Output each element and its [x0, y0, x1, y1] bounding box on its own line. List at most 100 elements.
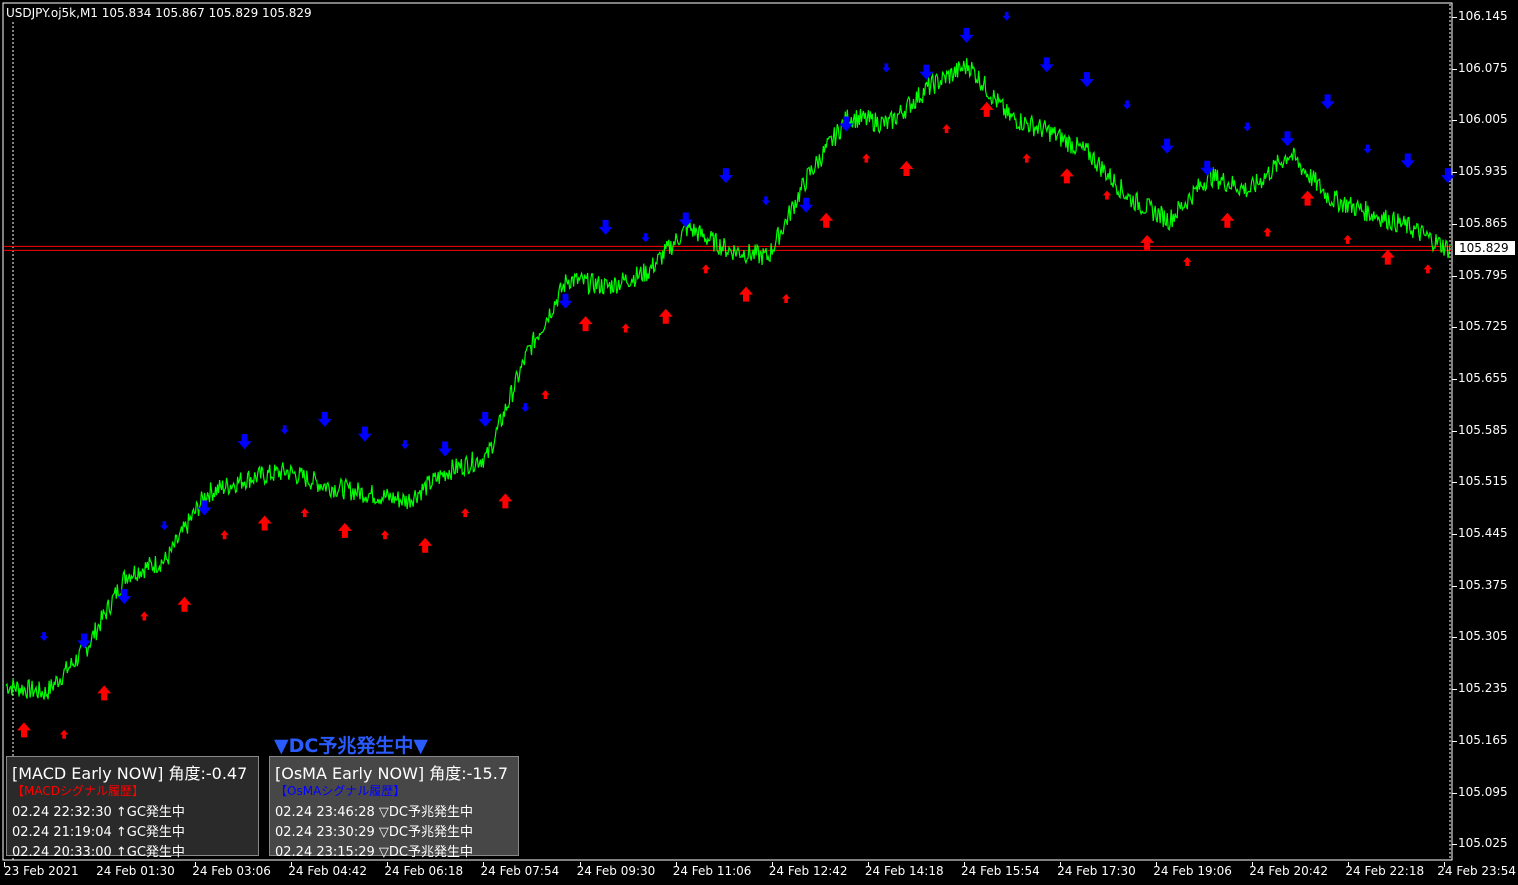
price-tick-label: 105.445	[1458, 526, 1508, 540]
sell-arrow-icon	[598, 219, 613, 235]
sell-arrow-icon	[1122, 100, 1132, 110]
price-tick-mark	[1452, 223, 1457, 225]
time-tick-label: 24 Feb 01:30	[96, 864, 175, 878]
sell-arrow-icon	[1039, 57, 1054, 73]
buy-arrow-icon	[1343, 234, 1352, 244]
price-tick-mark	[1452, 275, 1457, 277]
buy-arrow-icon	[380, 530, 390, 540]
buy-arrow-icon	[1380, 249, 1395, 265]
sell-arrow-icon	[39, 632, 49, 642]
time-tick-label: 24 Feb 14:18	[864, 864, 944, 878]
buy-arrow-icon	[1300, 190, 1315, 206]
time-tick-label: 24 Feb 23:54	[1437, 864, 1516, 878]
price-tick-mark	[1452, 689, 1457, 691]
price-tick-label: 105.795	[1458, 267, 1508, 282]
buy-arrow-icon	[257, 515, 272, 531]
price-tick-label: 106.075	[1458, 60, 1508, 75]
buy-arrow-icon	[578, 316, 593, 332]
buy-arrow-icon	[1140, 234, 1155, 250]
buy-arrow-icon	[59, 729, 69, 739]
price-tick-mark	[1452, 637, 1457, 639]
time-tick-label: 24 Feb 22:18	[1345, 864, 1425, 878]
price-tick-mark	[1452, 327, 1457, 329]
time-tick-label: 24 Feb 07:54	[480, 864, 560, 878]
sell-arrow-icon	[641, 233, 650, 243]
osma-history-row: 02.24 23:46:28 ▽DC予兆発生中	[275, 805, 473, 820]
buy-arrow-icon	[701, 264, 711, 274]
osma-history-row: 02.24 23:30:29 ▽DC予兆発生中	[275, 825, 473, 840]
buy-arrow-icon	[819, 212, 834, 228]
macd-panel: [MACD Early NOW] 角度:-0.47 【MACDシグナル履歴】 0…	[6, 756, 259, 860]
buy-arrow-icon	[739, 286, 753, 302]
sell-arrow-icon	[799, 197, 814, 213]
osma-panel-subtitle: 【OsMAシグナル履歴】	[275, 784, 406, 798]
chart-frame	[2, 2, 1453, 861]
buy-arrow-icon	[1263, 227, 1272, 237]
price-tick-mark	[1452, 68, 1457, 70]
sell-arrow-icon	[280, 425, 289, 435]
buy-arrow-icon	[418, 537, 433, 553]
sell-arrow-icon	[357, 426, 372, 442]
buy-arrow-icon	[461, 508, 470, 518]
price-tick-mark	[1452, 378, 1457, 380]
sell-arrow-icon	[1400, 153, 1415, 169]
sell-arrow-icon	[1320, 94, 1335, 110]
buy-arrow-icon	[621, 323, 630, 333]
buy-arrow-icon	[177, 596, 192, 612]
price-tick-mark	[1452, 17, 1457, 18]
sell-arrow-icon	[761, 196, 771, 206]
sell-arrow-icon	[521, 403, 530, 413]
sell-arrow-icon	[959, 27, 974, 43]
price-tick-label: 105.865	[1458, 215, 1508, 230]
time-tick-label: 24 Feb 17:30	[1057, 864, 1136, 878]
time-tick-label: 24 Feb 03:06	[192, 864, 271, 878]
sell-arrow-icon	[117, 589, 132, 605]
sell-arrow-icon	[237, 434, 252, 450]
sell-arrow-icon	[1280, 131, 1295, 147]
price-tick-label: 105.935	[1458, 164, 1508, 179]
buy-arrow-icon	[140, 611, 149, 621]
time-tick-label: 24 Feb 06:18	[384, 864, 464, 878]
buy-arrow-icon	[300, 508, 309, 518]
buy-arrow-icon	[337, 522, 352, 538]
macd-history-row: 02.24 21:19:04 ↑GC発生中	[12, 825, 185, 840]
price-chart[interactable]	[0, 0, 1518, 885]
buy-arrow-icon	[541, 389, 550, 399]
osma-panel: [OsMA Early NOW] 角度:-15.7 【OsMAシグナル履歴】 0…	[269, 756, 519, 860]
sell-arrow-icon	[400, 440, 410, 450]
sell-arrow-icon	[718, 168, 733, 184]
buy-arrow-icon	[781, 293, 791, 303]
sell-arrow-icon	[1363, 144, 1372, 154]
price-tick-label: 106.005	[1458, 112, 1508, 127]
price-tick-label: 105.585	[1458, 422, 1508, 437]
buy-arrow-icon	[220, 530, 229, 540]
sell-arrow-icon	[1160, 138, 1175, 154]
buy-arrow-icon	[658, 308, 673, 324]
price-tick-mark	[1452, 792, 1457, 794]
price-tick-label: 105.515	[1458, 474, 1508, 489]
price-tick-label: 105.305	[1458, 629, 1508, 644]
price-tick-label: 105.235	[1458, 681, 1508, 696]
price-tick-mark	[1452, 585, 1457, 587]
price-tick-mark	[1452, 844, 1457, 846]
time-tick-label: 24 Feb 19:06	[1153, 864, 1232, 878]
price-tick-label: 105.655	[1458, 370, 1508, 385]
buy-arrow-icon	[1102, 190, 1112, 200]
price-tick-mark	[1452, 172, 1457, 174]
sell-arrow-icon	[882, 63, 891, 73]
sell-arrow-icon	[1243, 122, 1252, 132]
buy-arrow-icon	[1220, 212, 1235, 228]
macd-history-row: 02.24 22:32:30 ↑GC発生中	[12, 805, 185, 820]
current-price-tag: 105.829	[1455, 241, 1515, 255]
macd-history-row: 02.24 20:33:00 ↑GC発生中	[12, 845, 185, 860]
sell-arrow-icon	[197, 500, 212, 516]
price-tick-mark	[1452, 534, 1457, 535]
sell-arrow-icon	[317, 411, 332, 427]
price-tick-mark	[1452, 740, 1457, 742]
buy-arrow-icon	[97, 685, 112, 701]
sell-arrow-icon	[160, 521, 169, 531]
price-tick-label: 105.375	[1458, 577, 1508, 592]
chart-area[interactable]: USDJPY.oj5k,M1 105.834 105.867 105.829 1…	[0, 0, 1455, 862]
symbol-label: USDJPY.oj5k,M1 105.834 105.867 105.829 1…	[6, 6, 312, 20]
buy-arrow-icon	[498, 493, 513, 509]
